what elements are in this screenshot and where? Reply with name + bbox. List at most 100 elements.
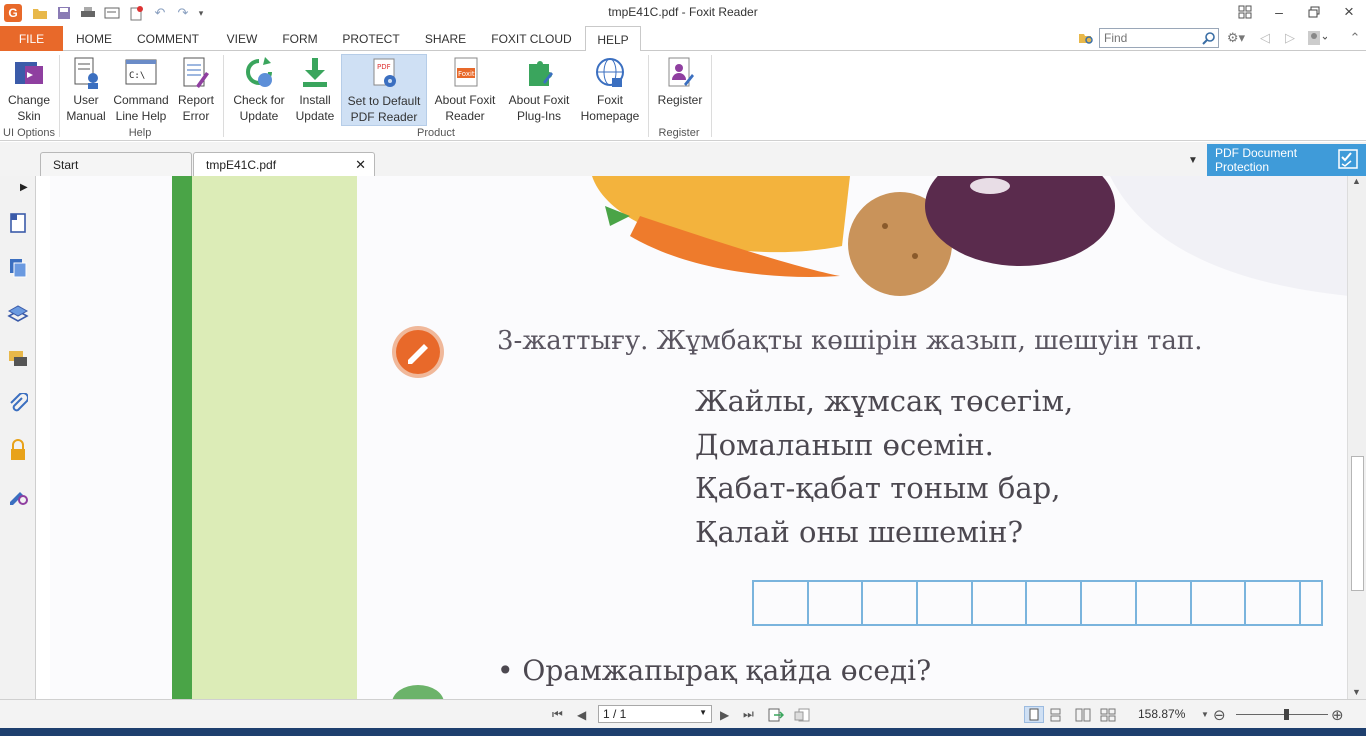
user-account-icon[interactable] <box>1305 28 1329 48</box>
tab-foxit-cloud[interactable]: FOXIT CLOUD <box>481 26 582 51</box>
page-thumbnails-icon[interactable] <box>6 211 30 235</box>
page-number-input[interactable]: 1 / 1 ▼ <box>598 705 712 723</box>
command-line-help-button[interactable]: C:\ Command Line Help <box>111 54 171 126</box>
previous-result-icon[interactable]: ◁ <box>1256 28 1274 48</box>
continuous-view-icon[interactable] <box>1050 706 1062 723</box>
user-manual-button[interactable]: User Manual <box>63 54 109 126</box>
next-result-icon[interactable]: ▷ <box>1281 28 1299 48</box>
security-lock-icon[interactable] <box>6 438 30 462</box>
expand-panel-icon[interactable]: ▶ <box>20 182 28 193</box>
next-view-icon[interactable] <box>794 706 810 723</box>
settings-gear-icon[interactable]: ⚙▾ <box>1224 28 1248 48</box>
vertical-scrollbar[interactable]: ▲ ▼ <box>1347 176 1366 699</box>
tab-comment[interactable]: COMMENT <box>126 26 210 51</box>
new-document-icon[interactable] <box>127 4 145 22</box>
zoom-slider-handle[interactable] <box>1284 709 1289 720</box>
answer-cell <box>918 582 973 624</box>
svg-text:PDF: PDF <box>377 63 391 71</box>
tab-view[interactable]: VIEW <box>214 26 270 51</box>
register-button[interactable]: Register <box>653 54 707 126</box>
attachments-icon[interactable] <box>6 392 30 416</box>
open-icon[interactable] <box>31 4 49 22</box>
next-page-icon[interactable]: ▶ <box>720 706 729 723</box>
check-for-update-button[interactable]: Check for Update <box>228 54 290 126</box>
tab-document-label: tmpE41C.pdf <box>206 158 277 172</box>
tab-home[interactable]: HOME <box>66 26 122 51</box>
last-page-icon[interactable]: ⏭ <box>743 706 754 723</box>
ribbon-divider <box>711 55 712 137</box>
undo-icon[interactable]: ↶ <box>151 4 169 22</box>
search-icon[interactable] <box>1200 28 1218 48</box>
scroll-down-icon[interactable]: ▼ <box>1352 687 1361 697</box>
customize-toolbar-icon[interactable]: ▾ <box>196 4 206 22</box>
navigation-panel: ▶ <box>0 176 39 699</box>
scroll-up-icon[interactable]: ▲ <box>1352 176 1361 186</box>
tab-start[interactable]: Start <box>40 152 192 176</box>
zoom-slider[interactable] <box>1236 714 1328 715</box>
tab-protect[interactable]: PROTECT <box>332 26 410 51</box>
page-number-value: 1 / 1 <box>603 707 627 721</box>
document-view[interactable]: 3-жаттығу. Жұмбақты көшірін жазып, шешуі… <box>37 176 1347 699</box>
puzzle-plugin-icon <box>529 61 553 86</box>
layers-pages-icon[interactable] <box>6 256 30 280</box>
install-update-button[interactable]: Install Update <box>292 54 338 126</box>
layers-icon[interactable] <box>6 302 30 326</box>
tab-document[interactable]: tmpE41C.pdf ✕ <box>193 152 375 176</box>
group-label-register: Register <box>658 127 700 139</box>
group-label-help: Help <box>128 127 152 139</box>
foxit-homepage-button[interactable]: Foxit Homepage <box>577 54 643 126</box>
page-lime-margin <box>192 176 357 699</box>
tab-help[interactable]: HELP <box>585 26 641 52</box>
pdf-protection-panel[interactable]: PDF Document Protection <box>1207 144 1366 176</box>
single-page-view-icon[interactable] <box>1024 706 1044 723</box>
layout-icon[interactable] <box>1234 2 1256 22</box>
first-page-icon[interactable]: ⏮ <box>552 706 563 723</box>
collapse-ribbon-icon[interactable]: ⌃ <box>1346 28 1364 48</box>
previous-page-icon[interactable]: ◀ <box>577 706 586 723</box>
tab-file[interactable]: FILE <box>0 26 63 51</box>
close-tab-icon[interactable]: ✕ <box>355 157 366 173</box>
tab-share[interactable]: SHARE <box>414 26 477 51</box>
signature-icon[interactable] <box>6 483 30 507</box>
tab-list-dropdown-icon[interactable]: ▼ <box>1188 155 1198 166</box>
zoom-level[interactable]: 158.87% <box>1138 707 1185 721</box>
answer-cell <box>1246 582 1301 624</box>
minimize-icon[interactable]: – <box>1268 2 1290 22</box>
about-foxit-reader-button[interactable]: Foxit About Foxit Reader <box>430 54 500 126</box>
about-foxit-plugins-button[interactable]: About Foxit Plug-Ins <box>503 54 575 126</box>
answer-cell <box>754 582 809 624</box>
properties-icon[interactable] <box>103 4 121 22</box>
command-line-icon: C:\ <box>125 59 157 85</box>
report-error-button[interactable]: Report Error <box>173 54 219 126</box>
close-window-icon[interactable]: × <box>1338 2 1360 22</box>
group-label-product: Product <box>417 127 455 139</box>
zoom-out-icon[interactable]: ⊖ <box>1213 706 1226 724</box>
facing-view-icon[interactable] <box>1075 706 1091 723</box>
globe-icon <box>596 58 624 87</box>
answer-cell <box>973 582 1028 624</box>
print-icon[interactable] <box>79 4 97 22</box>
answer-cell <box>1027 582 1083 624</box>
comments-icon[interactable] <box>6 347 30 371</box>
install-update-icon <box>303 58 327 87</box>
save-icon[interactable] <box>55 4 73 22</box>
foxit-logo-icon[interactable]: G <box>4 4 22 22</box>
zoom-dropdown-icon[interactable]: ▼ <box>1201 706 1209 723</box>
foxit-reader-icon: Foxit <box>454 57 478 87</box>
page-dropdown-icon[interactable]: ▼ <box>699 708 707 717</box>
continuous-facing-view-icon[interactable] <box>1100 706 1116 723</box>
set-default-pdf-reader-button[interactable]: PDF Set to Default PDF Reader <box>341 54 427 126</box>
exercise-title: 3-жаттығу. Жұмбақты көшірін жазып, шешуі… <box>497 326 1203 356</box>
search-folder-icon[interactable] <box>1077 28 1095 48</box>
change-skin-button[interactable]: Change Skin <box>2 54 56 126</box>
change-skin-icon <box>15 62 43 84</box>
tab-form[interactable]: FORM <box>272 26 328 51</box>
scrollbar-thumb[interactable] <box>1351 456 1364 591</box>
answer-cell <box>1301 582 1321 624</box>
zoom-in-icon[interactable]: ⊕ <box>1331 706 1344 724</box>
redo-icon[interactable]: ↷ <box>174 4 192 22</box>
question-text: • Орамжапырақ қайда өседі? <box>497 654 932 687</box>
vegetables-illustration <box>592 176 1347 296</box>
restore-icon[interactable] <box>1303 2 1325 22</box>
previous-view-icon[interactable] <box>768 706 784 723</box>
